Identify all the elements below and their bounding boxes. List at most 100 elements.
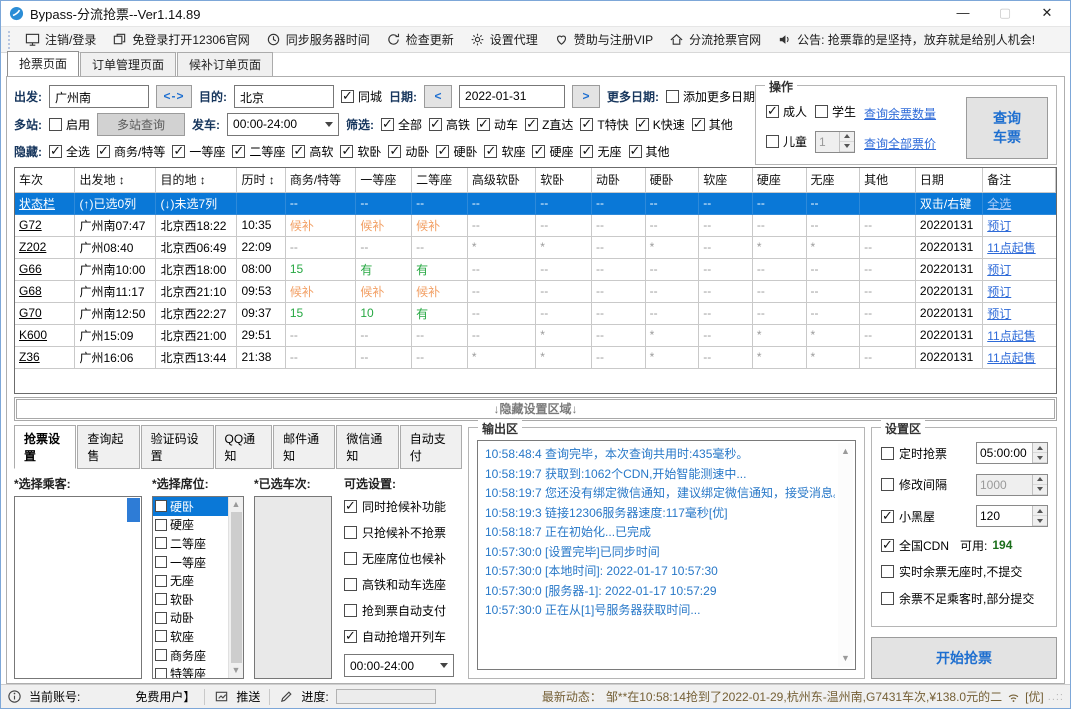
column-header[interactable]: 一等座	[355, 168, 413, 193]
column-header[interactable]: 硬卧	[644, 168, 700, 193]
checkbox-box[interactable]	[344, 628, 357, 644]
adult-checkbox[interactable]: 成人	[766, 103, 807, 120]
column-header[interactable]: 动卧	[590, 168, 646, 193]
column-header[interactable]: 软卧	[535, 168, 592, 193]
seat-option[interactable]: 硬座	[153, 516, 228, 535]
hide-seat-checkbox[interactable]: 一等座	[172, 143, 225, 160]
cell-train[interactable]: Z202	[15, 235, 76, 259]
date-prev-button[interactable]: <	[424, 84, 453, 108]
column-header[interactable]: 无座	[805, 168, 861, 193]
cell-action[interactable]: 全选	[982, 191, 1056, 215]
spin-up-icon[interactable]	[1033, 474, 1047, 485]
column-header[interactable]: 车次	[15, 168, 76, 193]
checkbox-box[interactable]	[881, 508, 894, 524]
same-city-checkbox[interactable]: 同城	[341, 88, 382, 105]
cell-action[interactable]: 预订	[982, 301, 1056, 325]
checkbox-box[interactable]	[155, 649, 167, 662]
seat-option[interactable]: 无座	[153, 571, 228, 590]
train-type-filter-checkbox[interactable]: 动车	[477, 116, 518, 133]
option-checkbox[interactable]: 自动抢增开列车	[344, 628, 462, 645]
column-header[interactable]: 出发地 ↕	[74, 168, 157, 193]
spin-up-icon[interactable]	[1033, 506, 1047, 516]
column-header[interactable]: 高级软卧	[466, 168, 537, 193]
resize-grip[interactable]: ..::	[1048, 691, 1064, 703]
selected-trains-listbox[interactable]	[254, 496, 332, 679]
checkbox-box[interactable]	[429, 116, 443, 132]
checkbox-box[interactable]	[49, 143, 62, 159]
child-checkbox[interactable]: 儿童	[766, 133, 807, 150]
hide-settings-bar[interactable]: ↓隐藏设置区域↓	[14, 397, 1057, 421]
checkbox-box[interactable]	[340, 143, 354, 159]
hide-seat-checkbox[interactable]: 软座	[484, 143, 525, 160]
checkbox-box[interactable]	[172, 143, 186, 159]
check-remaining-link[interactable]: 查询余票数量	[864, 105, 936, 122]
multi-enable-checkbox[interactable]: 启用	[49, 116, 90, 133]
checkbox-box[interactable]	[97, 143, 111, 159]
hide-seat-checkbox[interactable]: 硬座	[532, 143, 573, 160]
dest-input[interactable]: 北京	[234, 84, 334, 108]
table-row[interactable]: G72 广州南07:47 北京西18:22 10:35 候补 候补 候补 -- -- -- -- --…	[15, 213, 1056, 237]
check-prices-link[interactable]: 查询全部票价	[864, 135, 936, 152]
hide-seat-checkbox[interactable]: 二等座	[232, 143, 285, 160]
settings-tab[interactable]: QQ通知	[214, 425, 273, 469]
checkbox-box[interactable]	[388, 143, 402, 159]
checkbox-box[interactable]	[155, 593, 167, 606]
option-checkbox[interactable]: 高铁和动车选座	[344, 576, 462, 593]
table-row[interactable]: K600 广州15:09 北京西21:00 29:51 -- -- -- -- * -- * -- * *…	[15, 323, 1056, 347]
seat-option[interactable]: 软座	[153, 627, 228, 646]
checkbox-box[interactable]	[49, 117, 62, 131]
grab-time-dropdown[interactable]: 00:00-24:00	[344, 654, 454, 677]
scroll-down-icon[interactable]: ▼	[232, 666, 241, 675]
student-checkbox[interactable]: 学生	[815, 103, 856, 120]
option-checkbox[interactable]: 同时抢候补功能	[344, 498, 462, 515]
checkbox-box[interactable]	[580, 143, 594, 159]
column-header[interactable]: 商务/特等	[284, 168, 357, 193]
toolbar-grip[interactable]	[8, 30, 13, 49]
checkbox-box[interactable]	[344, 498, 357, 514]
spin-down-icon[interactable]	[1033, 453, 1047, 463]
table-row[interactable]: Z36 广州16:06 北京西13:44 21:38 -- -- -- * * -- * -- * * --…	[15, 345, 1056, 369]
option-checkbox[interactable]: 无座席位也候补	[344, 550, 462, 567]
table-row[interactable]: Z202 广州08:40 北京西06:49 22:09 -- -- -- * * -- * -- * * -…	[15, 235, 1056, 259]
checkbox-box[interactable]	[532, 143, 546, 159]
column-header[interactable]: 历时 ↕	[236, 168, 286, 193]
column-header[interactable]: 软座	[698, 168, 753, 193]
toolbar-item[interactable]: 公告: 抢票靠的是坚持，放弃就是给别人机会!	[770, 29, 1042, 51]
settings-tab[interactable]: 抢票设置	[14, 425, 77, 469]
checkbox-box[interactable]	[155, 630, 167, 643]
add-more-dates-checkbox[interactable]: 添加更多日期	[666, 88, 755, 105]
option-checkbox[interactable]: 只抢候补不抢票	[344, 524, 462, 541]
spin-down-icon[interactable]	[1033, 484, 1047, 495]
train-type-filter-checkbox[interactable]: K快速	[635, 116, 685, 133]
blackroom-spinner[interactable]: 120	[976, 505, 1048, 527]
child-count-spinner[interactable]: 1	[815, 130, 856, 153]
checkbox-box[interactable]	[436, 143, 450, 159]
depart-input[interactable]: 广州南	[49, 84, 149, 108]
checkbox-box[interactable]	[341, 88, 354, 104]
scroll-up-icon[interactable]: ▲	[841, 447, 850, 456]
spin-up-icon[interactable]	[1033, 443, 1047, 453]
checkbox-box[interactable]	[484, 143, 498, 159]
seat-option[interactable]: 软卧	[153, 590, 228, 609]
table-row[interactable]: G70 广州南12:50 北京西22:27 09:37 15 10 有 -- -- -- -- -- -…	[15, 301, 1056, 325]
depart-time-dropdown[interactable]: 00:00-24:00	[227, 112, 340, 136]
output-log[interactable]: 10:58:48:4 查询完毕，本次查询共用时:435毫秒。 10:58:19:7…	[477, 440, 856, 670]
table-row-status[interactable]: 状态栏 (↑)已选0列 (↓)未选7列 -- -- -- -- -- -- -- -- -- -- 双击/…	[15, 191, 1056, 215]
scroll-up-icon[interactable]: ▲	[232, 500, 241, 509]
cell-action[interactable]: 11点起售	[982, 235, 1056, 259]
checkbox-box[interactable]	[525, 116, 539, 132]
hide-seat-checkbox[interactable]: 无座	[580, 143, 622, 160]
checkbox-box[interactable]	[344, 578, 357, 591]
cell-train[interactable]: 状态栏	[15, 191, 76, 215]
cell-train[interactable]: K600	[15, 323, 76, 347]
column-header[interactable]: 硬座	[751, 168, 807, 193]
cell-action[interactable]: 11点起售	[982, 345, 1056, 369]
checkbox-box[interactable]	[881, 478, 894, 491]
scrollbar-thumb[interactable]	[230, 512, 242, 663]
toolbar-item[interactable]: 设置代理	[463, 29, 545, 51]
checkbox-box[interactable]	[344, 552, 357, 565]
main-tab[interactable]: 订单管理页面	[80, 52, 177, 76]
train-type-filter-checkbox[interactable]: Z直达	[525, 116, 573, 133]
cell-train[interactable]: Z36	[15, 345, 76, 369]
checkbox-box[interactable]	[292, 143, 306, 159]
